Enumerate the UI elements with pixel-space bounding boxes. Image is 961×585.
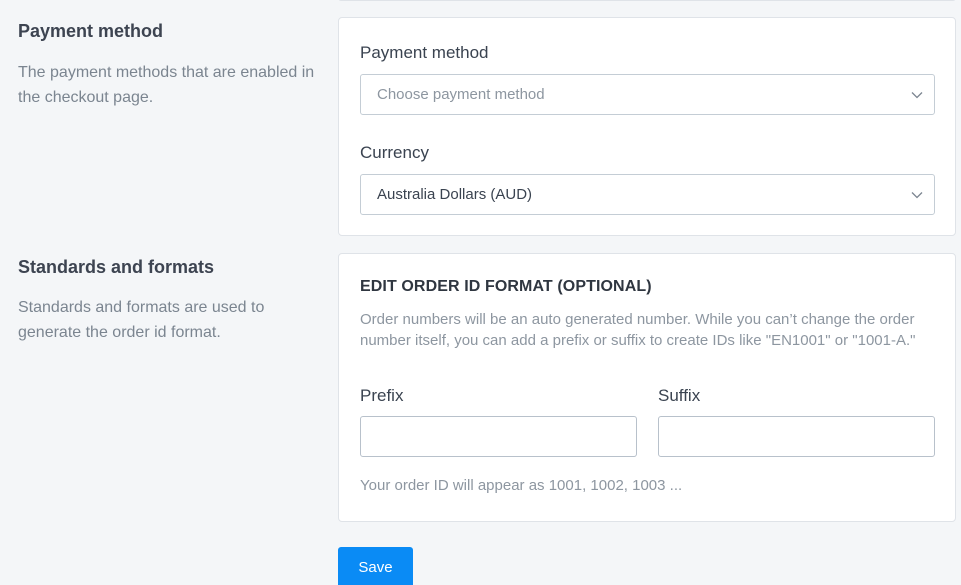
prefix-input[interactable]: [360, 416, 637, 457]
standards-section-info: Standards and formats Standards and form…: [18, 255, 318, 345]
currency-label: Currency: [360, 143, 429, 162]
chevron-down-icon: [900, 175, 934, 214]
payment-section-info: Payment method The payment methods that …: [18, 19, 318, 110]
currency-select[interactable]: Australia Dollars (AUD): [360, 174, 935, 215]
standards-section-title: Standards and formats: [18, 257, 215, 277]
save-button[interactable]: Save: [338, 547, 413, 585]
currency-value: Australia Dollars (AUD): [377, 186, 533, 203]
suffix-label: Suffix: [658, 386, 701, 405]
payment-card: Payment method Choose payment method Cur…: [338, 17, 956, 236]
chevron-down-icon: [900, 75, 934, 114]
standards-section-description: Standards and formats are used to genera…: [18, 299, 265, 341]
previous-card-edge: [338, 0, 956, 1]
payment-section-description: The payment methods that are enabled in …: [18, 64, 315, 106]
order-id-preview: Your order ID will appear as 1001, 1002,…: [360, 477, 683, 494]
suffix-input[interactable]: [658, 416, 935, 457]
payment-method-select[interactable]: Choose payment method: [360, 74, 935, 115]
order-id-format-heading: EDIT ORDER ID FORMAT (OPTIONAL): [360, 278, 652, 295]
order-id-help-text: Order numbers will be an auto generated …: [360, 311, 916, 349]
payment-section-title: Payment method: [18, 21, 164, 41]
order-id-format-card: EDIT ORDER ID FORMAT (OPTIONAL) Order nu…: [338, 253, 956, 522]
payment-method-label: Payment method: [360, 43, 489, 62]
payment-method-placeholder: Choose payment method: [377, 86, 545, 103]
prefix-label: Prefix: [360, 386, 404, 405]
settings-page: Payment method The payment methods that …: [0, 0, 961, 585]
